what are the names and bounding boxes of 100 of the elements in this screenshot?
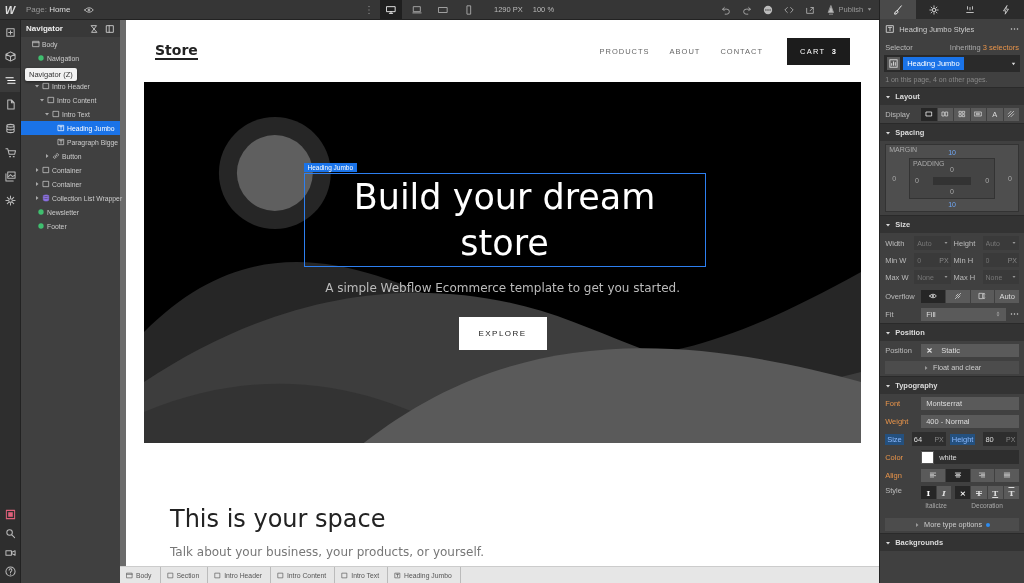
display-option-button[interactable]	[937, 107, 954, 121]
comment-icon[interactable]	[762, 4, 773, 15]
caret-icon	[885, 382, 892, 389]
collapsed-caret-icon[interactable]	[34, 181, 40, 187]
chart-icon	[887, 57, 901, 70]
body-element-icon	[32, 40, 40, 48]
caret-icon	[914, 521, 921, 528]
decoration-option-button[interactable]: T	[1003, 486, 1019, 499]
caret-icon	[922, 364, 929, 371]
caret-icon	[885, 129, 892, 136]
expanded-caret-icon[interactable]	[39, 97, 45, 103]
hourglass-icon[interactable]	[89, 23, 99, 34]
stepper-icon	[995, 311, 1001, 317]
decoration-option-button[interactable]: T	[987, 486, 1003, 499]
settings-icon	[4, 194, 16, 206]
export-icon[interactable]	[804, 4, 815, 15]
webflow-logo[interactable]: W	[0, 3, 20, 16]
columns-icon	[941, 110, 950, 118]
overflow-option-button[interactable]	[945, 289, 970, 303]
caret-icon	[942, 274, 949, 280]
navigator-icon	[4, 74, 16, 86]
body-element-icon	[126, 571, 133, 579]
expanded-caret-icon[interactable]	[34, 83, 40, 89]
scroll-icon	[978, 292, 987, 300]
cube-icon	[4, 50, 16, 62]
decoration-option-button[interactable]: T	[971, 486, 987, 499]
panel-title: Navigator	[26, 24, 63, 33]
brush-icon	[893, 4, 904, 15]
sidebar-tool-button[interactable]	[0, 68, 20, 92]
phone-icon	[464, 4, 474, 15]
tablet-icon	[438, 4, 448, 15]
align-option-button[interactable]	[945, 468, 970, 482]
caret-icon	[942, 240, 949, 246]
upright-button[interactable]: I	[921, 486, 936, 499]
hatched-icon	[953, 292, 962, 300]
align-option-button[interactable]	[995, 468, 1019, 482]
preview-eye-icon[interactable]	[84, 4, 95, 15]
hero-subtitle: A simple Webflow Ecommerce template to get you started.	[325, 281, 680, 295]
box-element-icon	[166, 571, 174, 579]
collapsed-caret-icon[interactable]	[34, 167, 40, 173]
align-option-button[interactable]	[970, 468, 995, 482]
align-right-icon	[978, 471, 987, 479]
caret-icon	[1011, 274, 1017, 280]
desktop-icon	[386, 4, 396, 15]
hero-heading: Build your dream store	[352, 176, 657, 265]
add-icon	[4, 26, 16, 38]
block-icon	[924, 110, 933, 118]
text-element-icon	[394, 571, 402, 579]
section-text: Talk about your business, your products, or yourself.	[170, 545, 485, 559]
settings-icon	[929, 4, 940, 15]
display-option-button[interactable]	[970, 107, 987, 121]
cross-icon	[926, 346, 934, 354]
caret-icon	[885, 93, 892, 100]
help-icon[interactable]	[4, 566, 16, 577]
site-logo[interactable]: Store	[155, 42, 198, 60]
italic-button[interactable]: I	[936, 486, 952, 499]
explore-button[interactable]: EXPLORE	[458, 317, 547, 350]
search-icon[interactable]	[4, 528, 16, 539]
decoration-option-button[interactable]: ×	[955, 486, 971, 499]
undo-icon[interactable]	[720, 4, 731, 15]
align-justify-icon	[1003, 471, 1012, 479]
record-icon[interactable]	[4, 509, 16, 520]
overflow-option-button[interactable]	[970, 289, 995, 303]
selection-outline[interactable]: Build your dream store	[303, 173, 706, 267]
rocket-icon	[825, 4, 836, 15]
expanded-caret-icon[interactable]	[44, 111, 50, 117]
redo-icon[interactable]	[741, 4, 752, 15]
hatched-icon	[1007, 110, 1016, 118]
caret-icon	[1011, 240, 1017, 246]
text-element-icon	[885, 24, 896, 34]
database-icon	[4, 122, 16, 134]
box-element-icon	[341, 571, 349, 579]
eye-icon	[929, 292, 937, 300]
video-icon[interactable]	[4, 547, 16, 558]
caret-icon	[885, 539, 892, 546]
box-element-icon	[276, 571, 284, 579]
display-option-button[interactable]	[954, 107, 970, 121]
overflow-option-button[interactable]	[921, 289, 945, 303]
box-element-icon	[214, 571, 222, 579]
align-left-icon	[929, 471, 937, 479]
collection-icon	[42, 194, 50, 202]
bolt-icon	[1001, 4, 1012, 15]
align-center-icon	[953, 471, 962, 479]
caret-icon	[885, 221, 892, 228]
code-icon[interactable]	[783, 4, 794, 15]
page-selector[interactable]: Page: Home	[26, 5, 71, 14]
align-option-button[interactable]	[921, 468, 945, 482]
collapsed-caret-icon[interactable]	[44, 153, 50, 159]
display-option-button[interactable]	[921, 107, 937, 121]
images-icon	[4, 170, 16, 182]
display-option-button[interactable]	[1003, 107, 1020, 121]
panel-toggle-icon[interactable]	[105, 23, 115, 34]
text-element-icon	[57, 124, 65, 132]
page-icon	[4, 98, 16, 110]
collapsed-caret-icon[interactable]	[34, 195, 40, 201]
panel-tab[interactable]	[880, 0, 917, 19]
laptop-icon	[412, 4, 422, 15]
caret-icon	[885, 329, 892, 336]
device-view-button[interactable]	[380, 0, 402, 19]
cart-icon	[4, 146, 16, 158]
